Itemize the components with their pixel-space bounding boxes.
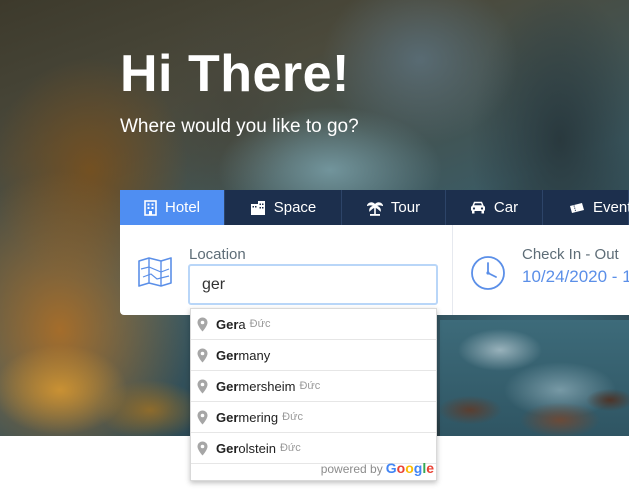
palm-tree-icon <box>366 200 383 216</box>
hero-title: Hi There! <box>120 45 350 103</box>
car-icon <box>470 201 486 214</box>
location-input[interactable] <box>188 264 438 305</box>
tab-event[interactable]: Event <box>543 190 629 225</box>
suggestion-secondary: Đức <box>282 411 303 423</box>
google-logo-letter: e <box>426 460 434 476</box>
suggestion-item[interactable]: Ger mering Đức <box>191 402 436 433</box>
map-icon <box>137 257 173 291</box>
suggestion-item[interactable]: Ger many <box>191 340 436 371</box>
tab-car[interactable]: Car <box>446 190 543 225</box>
location-pin-icon <box>197 348 208 362</box>
tab-event-label: Event <box>593 199 629 216</box>
tab-space[interactable]: Space <box>225 190 342 225</box>
tab-tour[interactable]: Tour <box>342 190 446 225</box>
location-label: Location <box>189 246 246 263</box>
ticket-icon <box>569 202 585 214</box>
clock-icon <box>470 255 506 295</box>
google-logo-letter: o <box>396 460 406 476</box>
checkin-date-range[interactable]: 10/24/2020 - 1 <box>522 267 629 287</box>
location-pin-icon <box>197 441 208 455</box>
panel-divider <box>452 225 453 315</box>
tab-hotel-label: Hotel <box>164 199 201 216</box>
suggestion-rest: a <box>238 316 246 332</box>
checkin-label: Check In - Out <box>522 246 619 263</box>
location-pin-icon <box>197 379 208 393</box>
suggestion-match: Ger <box>216 316 239 332</box>
search-panel: Location Check In - Out 10/24/2020 - 1 <box>120 225 629 315</box>
suggestion-match: Ger <box>216 378 239 394</box>
building-icon <box>144 199 157 216</box>
hero-subtitle: Where would you like to go? <box>120 116 359 137</box>
suggestion-secondary: Đức <box>299 380 321 392</box>
tab-hotel[interactable]: Hotel <box>120 190 225 225</box>
suggestion-rest: olstein <box>238 440 276 456</box>
suggestion-secondary: Đức <box>249 318 271 330</box>
tab-car-label: Car <box>493 199 519 216</box>
google-logo-letter: G <box>385 460 397 476</box>
suggestion-match: Ger <box>216 347 239 363</box>
suggestion-rest: many <box>238 347 271 363</box>
suggestion-item[interactable]: Ger mersheim Đức <box>191 371 436 402</box>
tab-tour-label: Tour <box>390 199 421 216</box>
suggestion-rest: mering <box>238 409 279 425</box>
office-building-icon <box>250 200 266 216</box>
service-tabs: Hotel Space Tour Car Event <box>120 190 629 225</box>
powered-by-google: powered by Google <box>321 460 434 476</box>
hero-rocks-area <box>440 370 629 436</box>
autocomplete-dropdown: Ger a Đức Ger many Ger mersheim Đức Ger mering… <box>190 308 437 481</box>
google-logo: Google <box>386 460 434 476</box>
suggestion-rest: mersheim <box>238 378 296 394</box>
location-pin-icon <box>197 410 208 424</box>
location-pin-icon <box>197 317 208 331</box>
suggestion-secondary: Đức <box>279 442 301 454</box>
tab-space-label: Space <box>273 199 317 216</box>
google-logo-letter: o <box>405 460 414 476</box>
suggestion-match: Ger <box>216 440 239 456</box>
suggestion-item[interactable]: Ger a Đức <box>191 309 436 340</box>
powered-by-text: powered by <box>320 462 383 476</box>
suggestion-match: Ger <box>216 409 239 425</box>
